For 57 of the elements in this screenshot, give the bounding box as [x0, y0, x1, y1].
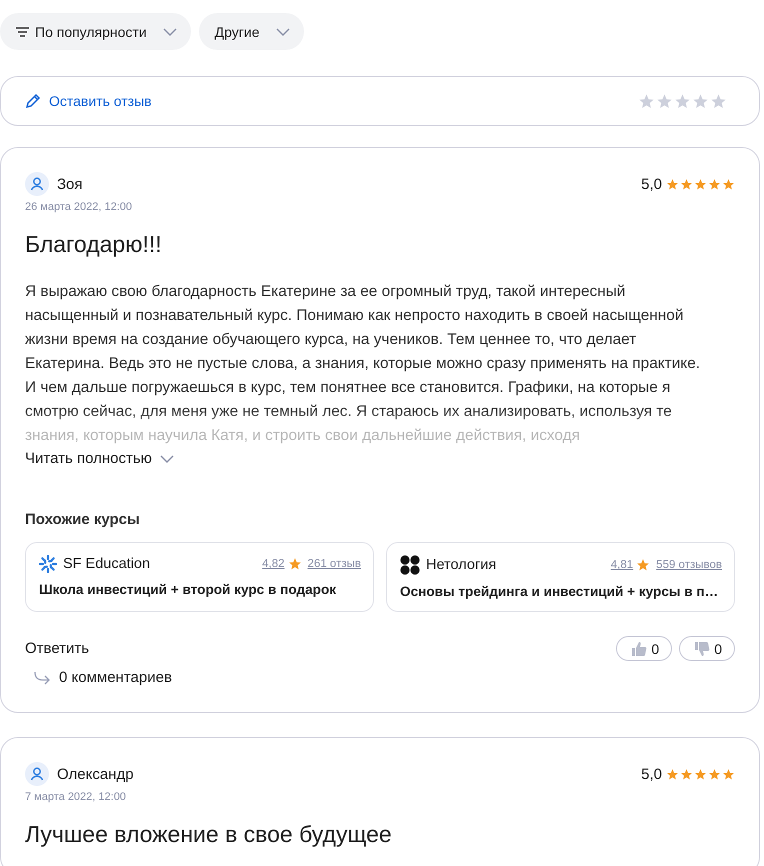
chevron-down-icon: [162, 28, 177, 36]
thumbs-up-icon: [631, 640, 648, 656]
chevron-down-icon: [276, 28, 290, 36]
comments-count: 0 комментариев: [59, 669, 172, 686]
pencil-icon: [25, 93, 41, 109]
read-more-button[interactable]: Читать полностью: [25, 450, 174, 467]
course-card[interactable]: SF Education 4,82 261 отзыв Школа инвестиций + второй курс в подарок: [25, 542, 374, 612]
author-name: Зоя: [57, 176, 83, 192]
reply-button[interactable]: Ответить: [25, 640, 90, 657]
course-card[interactable]: Нетология 4,81 559 отзывов Основы трейдинга и инвестиций + курсы в п…: [386, 542, 735, 612]
review-text: Я выражаю свою благодарность Екатерине за ее огромный труд, такой интересный насыщенный и познавательный курс. Понимаю как непросто находить в своей насыщенной жизни время на создание обучающего курса, на учеников. Тем ценнее то, что делает Екатерина. Ведь это не пустые слова, а знания, которые можно сразу применять на практике. И чем дальше погружаешься в курс, тем понятнее все становится. Графики, на которые я смотрю сейчас, для меня уже не темный лес. Я стараюсь их анализировать, используя те знания, которым научила Катя, и строить свои дальнейшие действия, исходя: [25, 282, 702, 446]
reviews-count: 261 отзыв: [308, 558, 361, 570]
thumbs-down-icon: [694, 640, 710, 656]
star-icon: [638, 92, 655, 110]
star-icon: [680, 178, 693, 190]
sort-icon: [16, 26, 29, 36]
section-heading: Похожие курсы: [25, 511, 141, 528]
school-name: Нетология: [426, 557, 496, 573]
course-name: Школа инвестиций + второй курс в подарок: [39, 582, 338, 597]
four-circles-logo-icon: [400, 555, 420, 575]
star-icon: [288, 557, 302, 571]
star-icon: [666, 768, 679, 780]
star-icon: [708, 768, 721, 780]
reviews-count: 559 отзывов: [656, 559, 722, 571]
chevron-down-icon: [160, 454, 174, 462]
school-name: SF Education: [63, 556, 150, 572]
review-date: 7 марта 2022, 12:00: [25, 791, 127, 803]
star-icon: [636, 558, 650, 572]
star-icon: [694, 768, 707, 780]
filter-dropdown[interactable]: Другие: [198, 13, 304, 50]
leave-review-link[interactable]: Оставить отзыв: [25, 93, 152, 109]
like-button[interactable]: 0: [616, 636, 672, 661]
school-rating: 4,82: [262, 558, 285, 570]
review-date: 26 марта 2022, 12:00: [25, 201, 134, 213]
author-name: Олександр: [57, 766, 134, 782]
star-icon: [666, 178, 679, 190]
filter-dropdown[interactable]: По популярности: [0, 13, 191, 50]
star-icon: [656, 92, 673, 110]
star-icon: [694, 178, 707, 190]
user-avatar-icon: [25, 762, 49, 786]
review-title: Лучшее вложение в свое будущее: [25, 821, 393, 848]
star-icon: [692, 92, 709, 110]
star-icon: [722, 768, 735, 780]
user-avatar-icon: [25, 172, 49, 196]
star-icon: [674, 92, 691, 110]
school-rating: 4,81: [610, 559, 634, 571]
rating-value: 5,0: [641, 176, 662, 192]
snowflake-logo-icon: [39, 555, 57, 573]
star-icon: [722, 178, 735, 190]
star-icon: [680, 768, 693, 780]
review-title: Благодарю!!!: [25, 231, 163, 258]
course-name: Основы трейдинга и инвестиций + курсы в п…: [400, 584, 720, 599]
rating-value: 5,0: [641, 766, 662, 782]
star-icon: [710, 92, 727, 110]
star-icon: [708, 178, 721, 190]
reply-arrow-icon: [33, 670, 51, 684]
dislike-button[interactable]: 0: [679, 636, 735, 661]
